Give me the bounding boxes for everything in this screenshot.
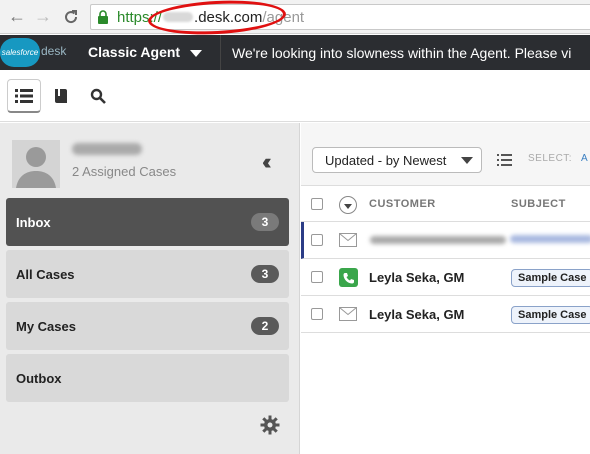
filter-label: Inbox: [16, 214, 51, 230]
filters-sidebar: 2 Assigned Cases ‹‹ Inbox 3 All Cases 3 …: [0, 123, 300, 454]
agent-mode-dropdown[interactable]: Classic Agent: [88, 44, 203, 60]
chevron-down-icon: [461, 157, 473, 164]
gear-icon[interactable]: [260, 415, 280, 435]
search-icon: [90, 88, 106, 104]
url-scheme: https://: [117, 8, 163, 26]
email-icon: [339, 233, 357, 247]
book-icon: [55, 89, 67, 103]
row-checkbox[interactable]: [311, 271, 323, 283]
filter-label: My Cases: [16, 318, 76, 334]
collapse-sidebar-icon[interactable]: ‹‹: [262, 149, 271, 175]
customer-redacted: [370, 236, 506, 244]
filter-inbox[interactable]: Inbox 3: [6, 198, 289, 246]
sort-dropdown[interactable]: Updated - by Newest: [312, 147, 482, 173]
filter-label: Outbox: [16, 370, 62, 386]
case-list-button[interactable]: [7, 79, 41, 113]
user-name-redacted: [72, 143, 142, 155]
list-icon: [15, 88, 33, 103]
address-bar[interactable]: https:// .desk.com /agent: [90, 4, 590, 30]
knowledge-base-button[interactable]: [44, 79, 78, 113]
search-button[interactable]: [81, 79, 115, 113]
salesforce-logo[interactable]: salesforce: [0, 38, 40, 67]
sort-label: Updated - by Newest: [325, 152, 447, 168]
forward-arrow-icon[interactable]: →: [32, 6, 54, 28]
list-density-icon[interactable]: [497, 152, 513, 168]
subject-label: Sample Case: [511, 269, 590, 287]
row-checkbox[interactable]: [311, 234, 323, 246]
count-badge: 2: [251, 317, 279, 335]
column-customer[interactable]: CUSTOMER: [369, 198, 436, 210]
filter-my-cases[interactable]: My Cases 2: [6, 302, 289, 350]
lock-icon: [98, 10, 108, 24]
assigned-cases-count: 2 Assigned Cases: [72, 164, 177, 179]
table-row[interactable]: Leyla Seka, GM Sample Case: [301, 259, 590, 296]
subject-label: Sample Case: [511, 306, 590, 324]
desk-logo-text: desk: [41, 44, 67, 58]
row-checkbox[interactable]: [311, 308, 323, 320]
back-arrow-icon[interactable]: ←: [6, 6, 28, 28]
column-header-row: CUSTOMER SUBJECT: [301, 186, 590, 222]
column-subject[interactable]: SUBJECT: [511, 198, 566, 210]
select-label: SELECT:: [528, 153, 573, 164]
url-path: /agent: [262, 8, 305, 26]
filter-outbox[interactable]: Outbox: [6, 354, 289, 402]
url-subdomain-redacted: [163, 12, 194, 22]
count-badge: 3: [251, 213, 279, 231]
subject-redacted: [510, 235, 590, 243]
app-header: salesforce desk Classic Agent We're look…: [0, 35, 590, 70]
customer-name: Leyla Seka, GM: [369, 307, 465, 322]
user-silhouette-icon: [16, 147, 56, 188]
filter-label: All Cases: [16, 266, 75, 282]
select-all-checkbox[interactable]: [311, 198, 323, 210]
table-row[interactable]: [301, 222, 590, 259]
agent-mode-label: Classic Agent: [88, 44, 181, 60]
filter-all-cases[interactable]: All Cases 3: [6, 250, 289, 298]
case-list-panel: Updated - by Newest SELECT: A CUSTOMER S…: [301, 123, 590, 454]
chevron-down-icon: [190, 49, 203, 57]
table-row[interactable]: Leyla Seka, GM Sample Case: [301, 296, 590, 333]
bulk-actions-chevron-icon[interactable]: [339, 196, 357, 214]
reload-icon[interactable]: [60, 6, 82, 28]
avatar: [12, 140, 60, 188]
select-all-link[interactable]: A: [581, 153, 588, 164]
phone-icon: [339, 268, 358, 287]
url-host: .desk.com: [194, 8, 263, 26]
header-divider: [220, 35, 221, 70]
customer-name: Leyla Seka, GM: [369, 270, 465, 285]
view-toolbar: [0, 70, 590, 122]
count-badge: 3: [251, 265, 279, 283]
email-icon: [339, 307, 357, 321]
list-controls: Updated - by Newest SELECT: A: [301, 123, 590, 186]
status-banner: We're looking into slowness within the A…: [232, 45, 572, 61]
